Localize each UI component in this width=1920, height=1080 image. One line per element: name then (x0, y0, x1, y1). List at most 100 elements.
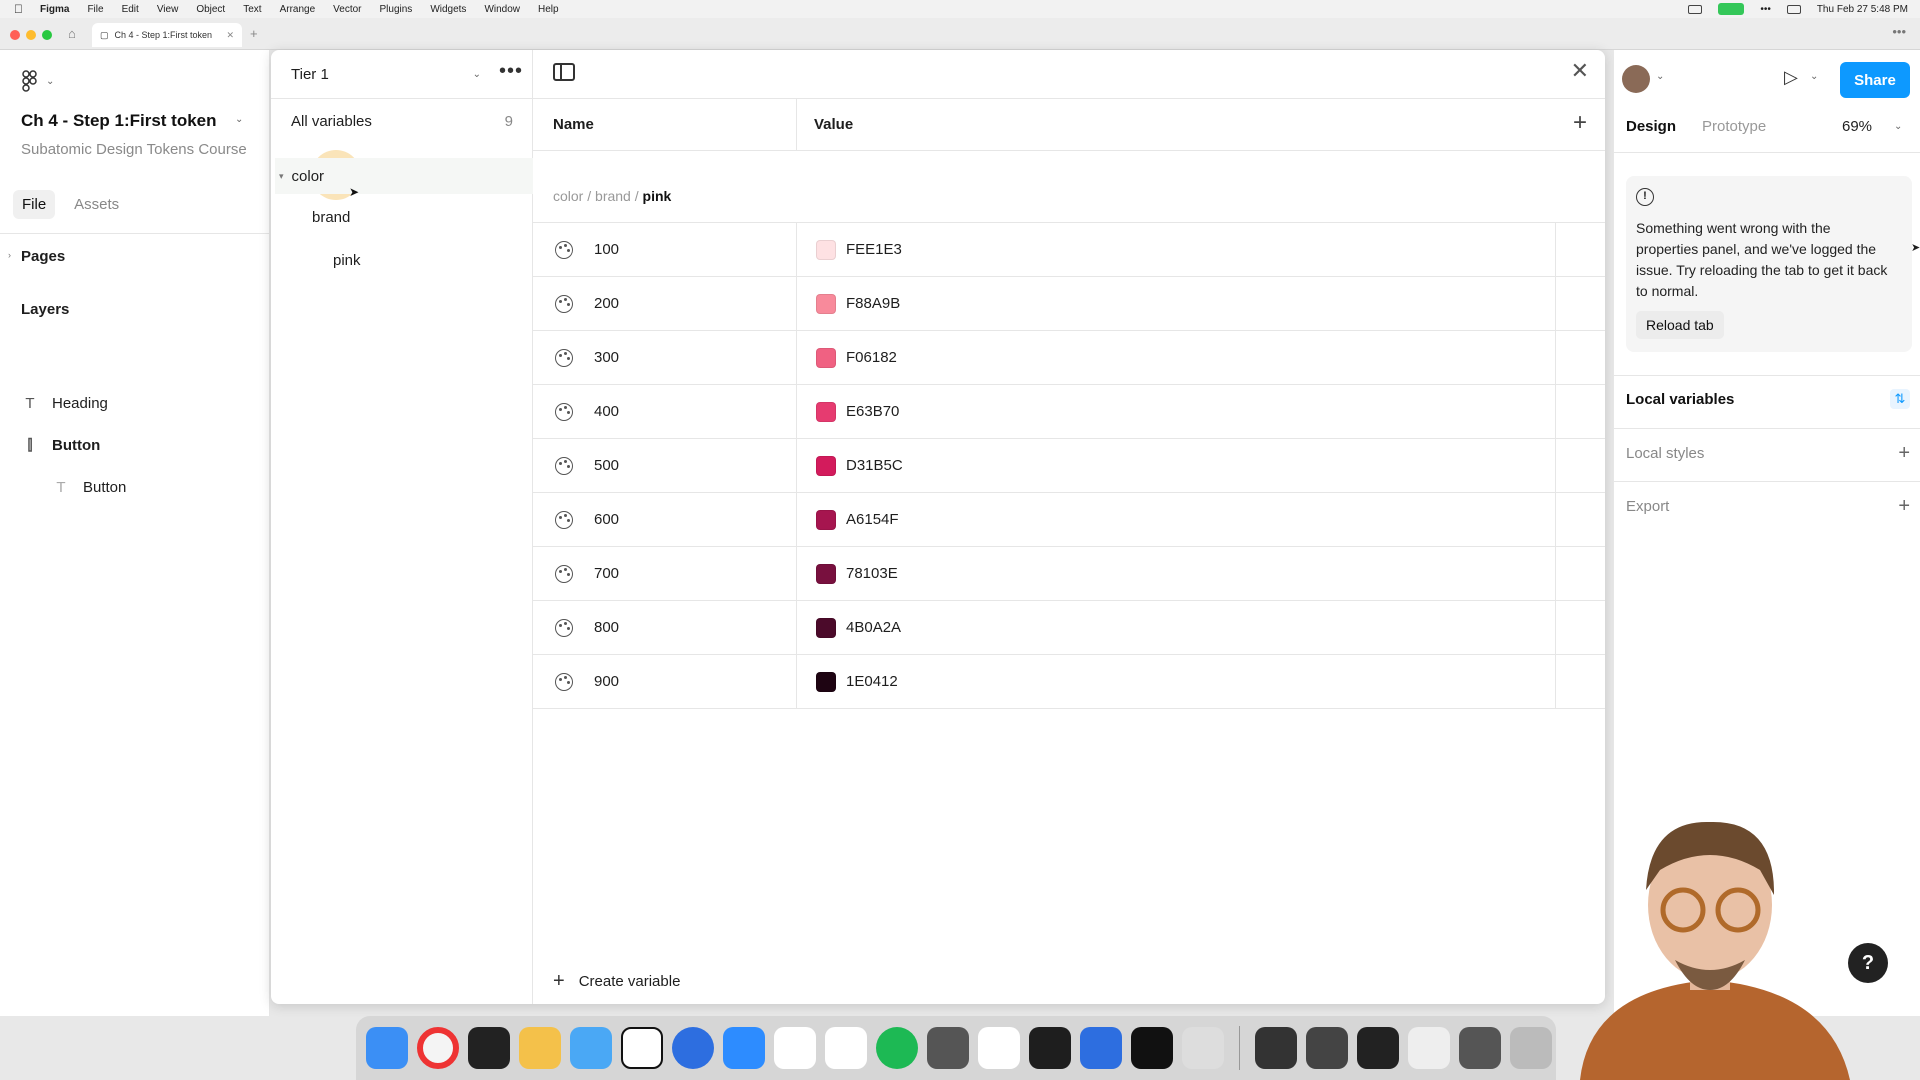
variable-value[interactable]: E63B70 (846, 403, 899, 420)
caret-down-icon[interactable]: ▾ (279, 171, 284, 182)
add-mode-icon[interactable]: + (1573, 109, 1587, 137)
variable-row[interactable]: 700 78103E (533, 547, 1605, 601)
variable-value[interactable]: D31B5C (846, 457, 903, 474)
overflow-icon[interactable]: ••• (1892, 24, 1906, 39)
variable-name[interactable]: 700 (594, 565, 619, 582)
color-swatch[interactable] (816, 240, 836, 260)
capcut-icon[interactable] (1131, 1027, 1173, 1069)
color-swatch[interactable] (816, 510, 836, 530)
variable-name[interactable]: 200 (594, 295, 619, 312)
close-window-button[interactable] (10, 30, 20, 40)
variable-row[interactable]: 300 F06182 (533, 331, 1605, 385)
group-brand[interactable]: brand (312, 209, 350, 226)
create-variable-button[interactable]: + Create variable (553, 970, 680, 993)
layer-button-frame[interactable]: ⫿ Button (22, 437, 101, 454)
variable-row[interactable]: 600 A6154F (533, 493, 1605, 547)
zoom-icon[interactable] (723, 1027, 765, 1069)
project-name[interactable]: Subatomic Design Tokens Course (21, 141, 247, 158)
close-icon[interactable]: ✕ (1571, 58, 1589, 84)
variable-value[interactable]: F06182 (846, 349, 897, 366)
menu-app-name[interactable]: Figma (31, 4, 78, 15)
trash-icon[interactable] (1510, 1027, 1552, 1069)
variable-name[interactable]: 100 (594, 241, 619, 258)
variable-name[interactable]: 500 (594, 457, 619, 474)
variable-row[interactable]: 800 4B0A2A (533, 601, 1605, 655)
menu-view[interactable]: View (148, 4, 188, 15)
help-button[interactable]: ? (1848, 943, 1888, 983)
pages-caret-icon[interactable]: › (8, 250, 11, 260)
menu-widgets[interactable]: Widgets (421, 4, 475, 15)
variable-name[interactable]: 300 (594, 349, 619, 366)
collection-dropdown[interactable]: Tier 1 ⌄ (291, 61, 481, 87)
menu-object[interactable]: Object (187, 4, 234, 15)
variable-value[interactable]: 1E0412 (846, 673, 898, 690)
tab-assets[interactable]: Assets (65, 190, 128, 219)
layer-heading[interactable]: T Heading (22, 395, 107, 412)
variable-value[interactable]: A6154F (846, 511, 899, 528)
screen-icon[interactable] (1688, 4, 1703, 14)
menu-file[interactable]: File (78, 4, 112, 15)
chevron-down-icon[interactable]: ⌄ (1656, 71, 1664, 82)
new-tab-icon[interactable]: + (250, 26, 258, 41)
figma-logo-icon[interactable] (22, 70, 38, 92)
finder-icon[interactable] (366, 1027, 408, 1069)
breadcrumb-color[interactable]: color (553, 188, 583, 204)
home-icon[interactable]: ⌂ (68, 26, 76, 41)
column-divider[interactable] (796, 99, 797, 151)
menu-arrange[interactable]: Arrange (271, 4, 325, 15)
avatar[interactable] (1622, 65, 1650, 93)
breadcrumb-brand[interactable]: brand (595, 188, 631, 204)
text-app-icon[interactable] (978, 1027, 1020, 1069)
spotify-icon[interactable] (876, 1027, 918, 1069)
variable-row[interactable]: 200 F88A9B (533, 277, 1605, 331)
color-swatch[interactable] (816, 402, 836, 422)
variable-name[interactable]: 800 (594, 619, 619, 636)
zoom-window-button[interactable] (42, 30, 52, 40)
variable-name[interactable]: 600 (594, 511, 619, 528)
color-swatch[interactable] (816, 294, 836, 314)
color-swatch[interactable] (816, 348, 836, 368)
slack-icon[interactable] (774, 1027, 816, 1069)
main-menu-chevron-icon[interactable]: ⌄ (46, 76, 54, 87)
app-store-icon[interactable] (570, 1027, 612, 1069)
menu-edit[interactable]: Edit (113, 4, 148, 15)
recent-window-icon[interactable] (1306, 1027, 1348, 1069)
1password-icon[interactable] (672, 1027, 714, 1069)
group-pink[interactable]: pink (333, 252, 361, 269)
all-variables-item[interactable]: All variables 9 (291, 113, 513, 130)
add-style-icon[interactable]: + (1898, 442, 1910, 465)
color-swatch[interactable] (816, 564, 836, 584)
group-color[interactable]: ▾ color (275, 158, 533, 194)
tab-prototype[interactable]: Prototype (1702, 118, 1766, 135)
zoom-level[interactable]: 69% (1842, 118, 1872, 135)
menu-help[interactable]: Help (529, 4, 568, 15)
variable-row[interactable]: 400 E63B70 (533, 385, 1605, 439)
variable-value[interactable]: 4B0A2A (846, 619, 901, 636)
sidebar-toggle-icon[interactable] (553, 63, 575, 81)
menu-window[interactable]: Window (475, 4, 529, 15)
minimize-window-button[interactable] (26, 30, 36, 40)
recent-window-icon[interactable] (1408, 1027, 1450, 1069)
clock[interactable]: Thu Feb 27 5:48 PM (1817, 4, 1908, 15)
photos-app-icon[interactable] (1182, 1027, 1224, 1069)
tab-design[interactable]: Design (1626, 118, 1676, 135)
variable-value[interactable]: FEE1E3 (846, 241, 902, 258)
present-play-icon[interactable]: ▷ (1784, 67, 1798, 88)
pages-header[interactable]: Pages (21, 248, 65, 265)
color-swatch[interactable] (816, 456, 836, 476)
chatgpt-icon[interactable] (825, 1027, 867, 1069)
variable-row[interactable]: 100 FEE1E3 (533, 223, 1605, 277)
notion-icon[interactable] (621, 1027, 663, 1069)
apple-icon[interactable]:  (0, 2, 31, 16)
chevron-down-icon[interactable]: ⌄ (1894, 121, 1902, 132)
color-swatch[interactable] (816, 618, 836, 638)
variable-row[interactable]: 500 D31B5C (533, 439, 1605, 493)
variables-settings-icon[interactable]: ⇅ (1890, 389, 1910, 409)
menu-text[interactable]: Text (234, 4, 270, 15)
variable-name[interactable]: 900 (594, 673, 619, 690)
control-center-icon[interactable] (1786, 4, 1801, 14)
add-export-icon[interactable]: + (1898, 495, 1910, 518)
file-title-chevron-icon[interactable]: ⌄ (235, 114, 243, 125)
menu-vector[interactable]: Vector (324, 4, 370, 15)
variable-value[interactable]: 78103E (846, 565, 898, 582)
